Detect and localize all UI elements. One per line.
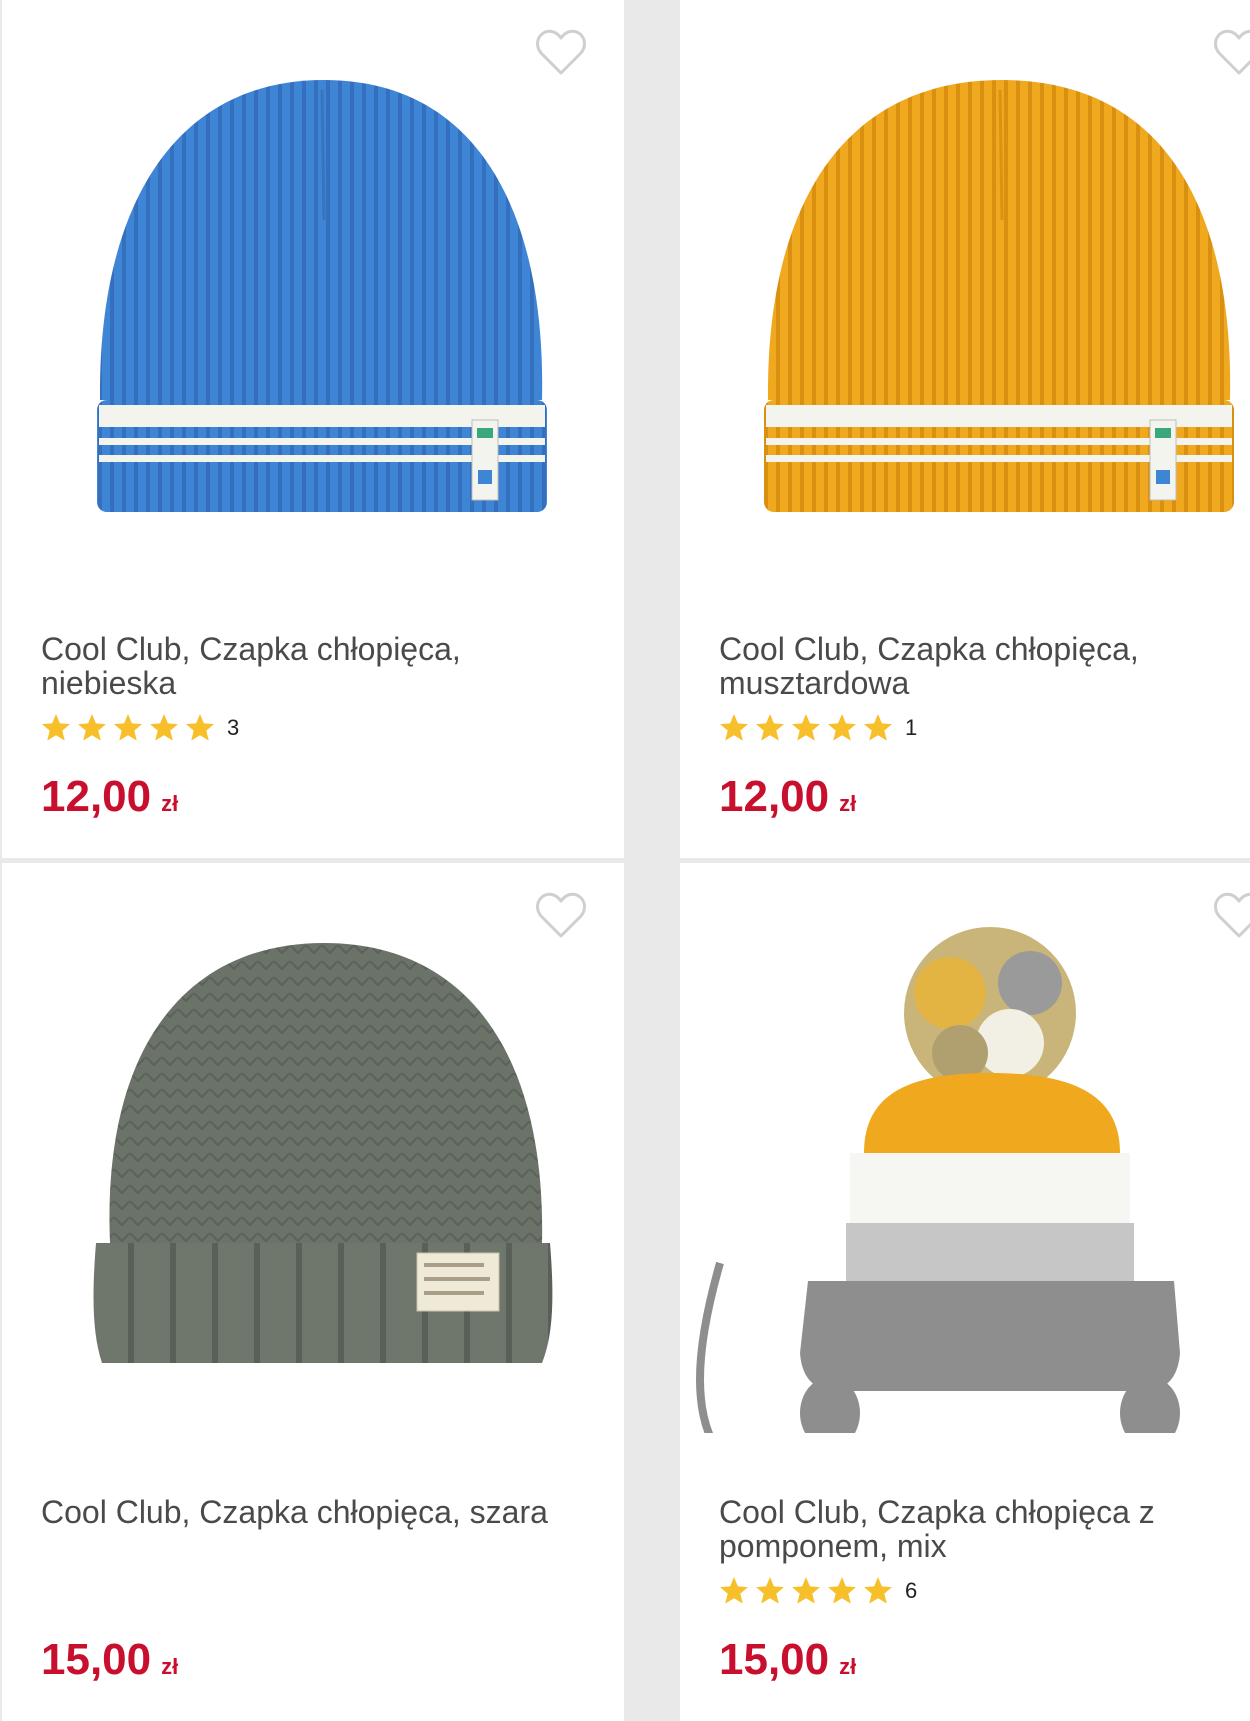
product-image[interactable] bbox=[680, 50, 1250, 570]
price-amount: 12,00 bbox=[719, 772, 830, 821]
price-currency: zł bbox=[839, 791, 857, 816]
product-price: 15,00 zł bbox=[719, 1635, 856, 1685]
rating-count: 3 bbox=[227, 715, 240, 740]
product-image[interactable] bbox=[2, 50, 624, 570]
product-grid: Cool Club, Czapka chłopięca, niebieska 3… bbox=[0, 0, 1250, 1721]
product-title[interactable]: Cool Club, Czapka chłopięca z pomponem, … bbox=[719, 1495, 1250, 1563]
product-card[interactable]: Cool Club, Czapka chłopięca z pomponem, … bbox=[680, 863, 1250, 1721]
product-price: 15,00 zł bbox=[41, 1635, 178, 1685]
product-rating: 3 bbox=[41, 712, 239, 744]
product-card[interactable]: Cool Club, Czapka chłopięca, musztardowa… bbox=[680, 0, 1250, 858]
star-icon bbox=[150, 714, 178, 741]
star-icon bbox=[864, 1577, 892, 1604]
star-icon bbox=[42, 714, 70, 741]
product-rating: 1 bbox=[719, 712, 917, 744]
product-card[interactable]: Cool Club, Czapka chłopięca, niebieska 3… bbox=[2, 0, 624, 858]
star-icon bbox=[114, 714, 142, 741]
star-icon bbox=[720, 714, 748, 741]
price-currency: zł bbox=[161, 1654, 179, 1679]
rating-count: 6 bbox=[905, 1578, 918, 1603]
price-amount: 15,00 bbox=[719, 1635, 830, 1684]
star-icon bbox=[828, 1577, 856, 1604]
rating-stars bbox=[41, 713, 215, 743]
star-icon bbox=[756, 714, 784, 741]
star-icon bbox=[186, 714, 214, 741]
product-title[interactable]: Cool Club, Czapka chłopięca, musztardowa bbox=[719, 632, 1250, 700]
rating-stars bbox=[719, 713, 893, 743]
price-amount: 15,00 bbox=[41, 1635, 152, 1684]
price-currency: zł bbox=[161, 791, 179, 816]
star-icon bbox=[720, 1577, 748, 1604]
rating-count: 1 bbox=[905, 715, 918, 740]
price-currency: zł bbox=[839, 1654, 857, 1679]
star-icon bbox=[864, 714, 892, 741]
product-title[interactable]: Cool Club, Czapka chłopięca, niebieska bbox=[41, 632, 601, 700]
product-rating: 6 bbox=[719, 1575, 917, 1607]
star-icon bbox=[792, 714, 820, 741]
product-image[interactable] bbox=[680, 913, 1250, 1433]
price-amount: 12,00 bbox=[41, 772, 152, 821]
star-icon bbox=[792, 1577, 820, 1604]
product-image[interactable] bbox=[2, 913, 624, 1433]
rating-stars bbox=[719, 1576, 893, 1606]
product-card[interactable]: Cool Club, Czapka chłopięca, szara 15,00… bbox=[2, 863, 624, 1721]
star-icon bbox=[828, 714, 856, 741]
product-price: 12,00 zł bbox=[719, 772, 856, 822]
product-price: 12,00 zł bbox=[41, 772, 178, 822]
product-title[interactable]: Cool Club, Czapka chłopięca, szara bbox=[41, 1495, 601, 1529]
star-icon bbox=[78, 714, 106, 741]
star-icon bbox=[756, 1577, 784, 1604]
